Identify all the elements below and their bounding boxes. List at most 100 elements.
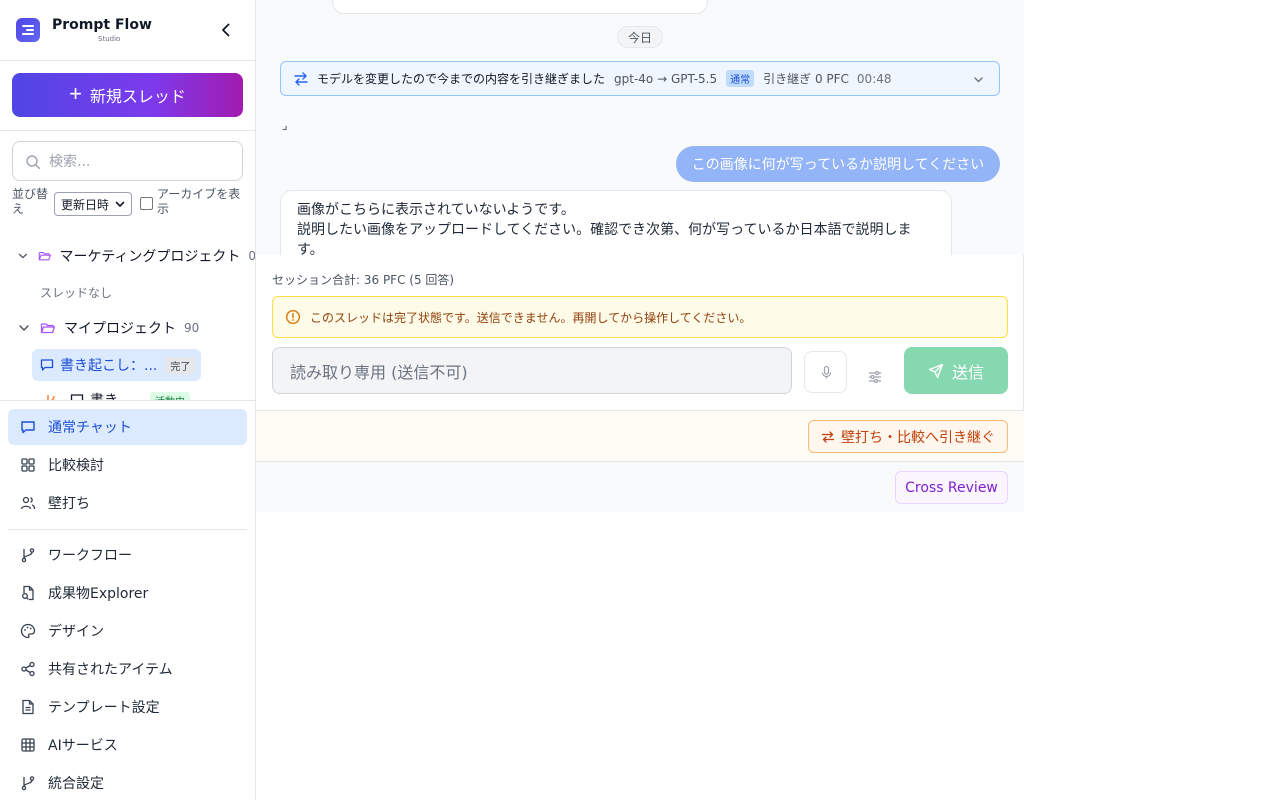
nav-label: テンプレート設定 (48, 700, 160, 716)
nav-label: 成果物Explorer (48, 586, 149, 602)
settings-sliders-icon[interactable] (867, 369, 883, 385)
app-logo-icon (16, 18, 40, 42)
collapse-sidebar-button[interactable] (216, 20, 236, 40)
chevron-down-icon (19, 325, 29, 331)
git-branch-icon (21, 776, 35, 791)
users-icon (20, 496, 36, 510)
divider (8, 529, 247, 530)
assistant-message-line: 画像がこちらに表示されていないようです。 (297, 202, 575, 218)
search-box (12, 141, 243, 181)
nav-label: AIサービス (48, 738, 118, 754)
nav-label: 比較検討 (48, 458, 104, 474)
handoff-time: 00:48 (856, 71, 892, 86)
project-name: マーケティングプロジェクト (59, 249, 241, 265)
nav-label: 通常チャット (48, 420, 132, 436)
nav-ai-services[interactable]: AIサービス (8, 727, 247, 763)
handoff-message: モデルを変更したので今までの内容を引き継ぎました (317, 72, 606, 86)
completed-warning: このスレッドは完了状態です。送信できません。再開してから操作してください。 (272, 296, 1008, 338)
folder-open-icon (40, 323, 56, 334)
file-search-icon (22, 585, 34, 601)
mic-button[interactable] (804, 351, 847, 393)
sort-select-value: 更新日時 (61, 197, 110, 212)
divider (0, 400, 256, 401)
empty-thread-text: スレッドなし (40, 286, 113, 300)
status-badge: 完了 (165, 356, 196, 374)
send-label: 送信 (951, 362, 984, 382)
project-item[interactable]: マイプロジェクト 90 (16, 316, 255, 340)
sort-select[interactable]: 更新日時 (54, 192, 132, 216)
archive-checkbox[interactable] (140, 197, 153, 210)
day-separator: 今日 (617, 26, 663, 48)
handoff-bar: 壁打ち・比較へ引き継ぐ (256, 410, 1024, 462)
grid-icon (21, 458, 35, 472)
table-icon (21, 738, 35, 752)
message-input[interactable]: 読み取り専用 (送信不可) (272, 347, 792, 394)
nav-shared[interactable]: 共有されたアイテム (8, 651, 247, 687)
assistant-message-line: す。 (297, 242, 324, 255)
nav-compare[interactable]: 比較検討 (8, 447, 247, 483)
brand-title: Prompt Flow (52, 17, 152, 33)
chevron-down-icon (115, 201, 125, 207)
divider (0, 130, 256, 131)
git-branch-icon (47, 395, 55, 400)
switch-arrows-icon (294, 71, 308, 86)
assistant-message-line: 説明したい画像をアップロードしてください。確認でき次第、何が写っているか日本語で… (297, 222, 912, 238)
search-icon (26, 155, 41, 170)
project-count: 0 (248, 249, 255, 263)
brand: Prompt Flow Studio (16, 16, 240, 44)
handoff-cost: 引き継ぎ 0 PFC (763, 72, 849, 86)
user-message: この画像に何が写っているか説明してください (676, 146, 1000, 182)
thread-item[interactable]: 書き 活動中 (44, 390, 190, 400)
alert-circle-icon (285, 309, 301, 325)
corner-mark: ⌟ (282, 118, 288, 132)
brand-subtitle: Studio (98, 35, 121, 43)
nav-workflow[interactable]: ワークフロー (8, 537, 247, 573)
project-tree: マーケティングプロジェクト 0 スレッドなし マイプロジェクト 90 書き起こし… (0, 240, 255, 400)
document-icon (22, 699, 34, 715)
switch-arrows-icon (821, 430, 835, 443)
status-badge: 活動中 (150, 391, 190, 400)
send-icon (928, 363, 944, 378)
nav-label: デザイン (48, 624, 104, 640)
assistant-message: 画像がこちらに表示されていないようです。 説明したい画像をアップロードしてくださ… (280, 190, 952, 255)
handoff-models: gpt-4o → GPT-5.5 (614, 71, 718, 86)
nav-templates[interactable]: テンプレート設定 (8, 689, 247, 725)
model-handoff-notice[interactable]: モデルを変更したので今までの内容を引き継ぎました gpt-4o → GPT-5.… (280, 61, 1000, 96)
sidebar: Prompt Flow Studio + 新規スレッド 並び替え 更新日時 アー… (0, 0, 256, 800)
chat-bubble-icon (21, 421, 35, 434)
chat-bubble-icon (40, 359, 54, 371)
chevron-down-icon (974, 77, 983, 83)
palette-icon (20, 623, 36, 639)
nav-integrations[interactable]: 統合設定 (8, 765, 247, 800)
send-button[interactable]: 送信 (904, 347, 1008, 394)
review-bar: Cross Review (256, 461, 1024, 512)
nav-label: 壁打ち (48, 496, 90, 512)
project-count: 90 (184, 321, 200, 335)
nav-label: 共有されたアイテム (48, 662, 173, 678)
chevron-down-icon (18, 253, 27, 259)
divider (0, 60, 256, 61)
cross-review-button[interactable]: Cross Review (895, 471, 1008, 504)
nav-design[interactable]: デザイン (8, 613, 247, 649)
project-name: マイプロジェクト (64, 321, 176, 337)
sort-label: 並び替え (12, 187, 49, 216)
share-icon (21, 661, 35, 677)
chat-bubble-icon (70, 394, 84, 400)
nav-label: ワークフロー (48, 548, 132, 564)
nav-chat[interactable]: 通常チャット (8, 409, 247, 445)
handoff-to-brainstorm-button[interactable]: 壁打ち・比較へ引き継ぐ (808, 420, 1008, 453)
new-thread-button[interactable]: + 新規スレッド (12, 73, 243, 117)
previous-message (332, 0, 708, 14)
chat-area: 今日 モデルを変更したので今までの内容を引き継ぎました gpt-4o → GPT… (256, 0, 1024, 255)
archive-label: アーカイブを表示 (157, 187, 241, 216)
thread-title: 書き (90, 390, 118, 400)
nav-brainstorm[interactable]: 壁打ち (8, 485, 247, 521)
nav-label: 統合設定 (48, 776, 104, 792)
project-item[interactable]: マーケティングプロジェクト 0 (16, 244, 255, 268)
folder-open-icon (38, 252, 51, 261)
nav-artifacts[interactable]: 成果物Explorer (8, 575, 247, 611)
search-input[interactable] (49, 151, 229, 173)
thread-item-active[interactable]: 書き起こし：... 完了 (32, 349, 201, 381)
handoff-button-label: 壁打ち・比較へ引き継ぐ (841, 429, 995, 446)
microphone-icon (821, 365, 832, 379)
